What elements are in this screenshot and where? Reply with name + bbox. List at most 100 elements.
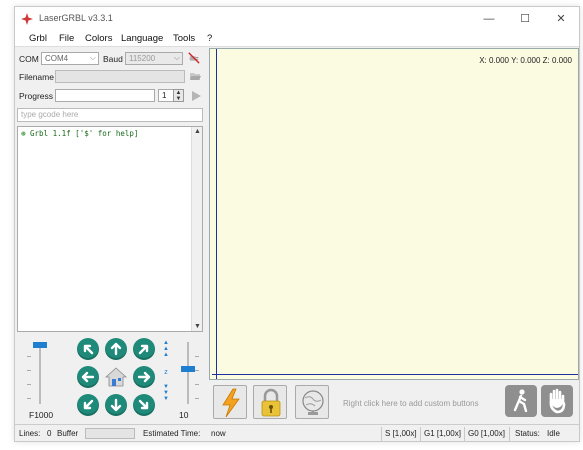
buffer-label: Buffer bbox=[57, 429, 79, 438]
play-icon[interactable] bbox=[190, 90, 202, 102]
custom-toolbar[interactable]: Right click here to add custom buttons bbox=[209, 382, 579, 422]
arrow-down-right-icon bbox=[138, 399, 149, 410]
walk-button[interactable] bbox=[505, 385, 537, 417]
coordinates-readout: X: 0.000 Y: 0.000 Z: 0.000 bbox=[479, 56, 572, 65]
speed-slider-thumb[interactable] bbox=[33, 342, 47, 348]
jog-up-left-button[interactable] bbox=[77, 338, 99, 360]
chevron-down-icon: ⌵ bbox=[173, 53, 180, 62]
step-slider-track bbox=[187, 342, 189, 404]
slider-tick bbox=[27, 384, 31, 385]
menu-tools[interactable]: Tools bbox=[173, 33, 195, 44]
ok-icon: ⊛ bbox=[21, 129, 31, 138]
console-text: Grbl 1.1f ['$' for help] bbox=[30, 129, 139, 138]
status-divider bbox=[381, 427, 382, 441]
status-value: Idle bbox=[547, 429, 560, 438]
progress-bar bbox=[55, 89, 155, 102]
s-override[interactable]: S [1,00x] bbox=[385, 429, 417, 438]
step-slider-thumb[interactable] bbox=[181, 366, 195, 372]
estimated-time-label: Estimated Time: bbox=[143, 429, 201, 438]
baud-label: Baud bbox=[103, 54, 123, 64]
progress-label: Progress bbox=[19, 91, 54, 101]
z-up-arrows[interactable]: ▲ ▲ ▲ bbox=[163, 340, 169, 358]
g0-override[interactable]: G0 [1,00x] bbox=[468, 429, 505, 438]
arrow-left-icon bbox=[81, 371, 95, 383]
slider-tick bbox=[27, 370, 31, 371]
com-label: COM bbox=[19, 54, 39, 64]
title-bar: LaserGRBL v3.3.1 — ☐ ✕ bbox=[15, 7, 579, 31]
y-axis-line bbox=[216, 49, 217, 375]
jog-up-right-button[interactable] bbox=[133, 338, 155, 360]
baud-select[interactable]: 115200 ⌵ bbox=[125, 52, 183, 65]
gcode-placeholder: type gcode here bbox=[21, 110, 79, 119]
open-file-icon[interactable] bbox=[189, 70, 201, 82]
slider-tick bbox=[195, 398, 199, 399]
buffer-bar bbox=[85, 428, 135, 439]
status-divider bbox=[509, 427, 510, 441]
estimated-time-value: now bbox=[211, 429, 226, 438]
jog-up-button[interactable] bbox=[105, 338, 127, 360]
jog-left-button[interactable] bbox=[77, 366, 99, 388]
globe-homing-icon bbox=[302, 390, 324, 415]
toolbar-hint: Right click here to add custom buttons bbox=[343, 399, 479, 408]
arrow-up-icon bbox=[110, 342, 122, 356]
lines-label: Lines: bbox=[19, 429, 41, 438]
left-panel: COM COM4 ⌵ Baud 115200 ⌵ Filename Progre… bbox=[15, 48, 205, 422]
baud-value: 115200 bbox=[129, 54, 156, 63]
gcode-input[interactable]: type gcode here bbox=[17, 108, 203, 122]
hand-stop-icon bbox=[549, 388, 566, 414]
slider-tick bbox=[27, 356, 31, 357]
slider-tick bbox=[27, 398, 31, 399]
spinner-buttons[interactable]: ▲ ▼ bbox=[173, 89, 184, 102]
origin-cross-icon bbox=[212, 370, 221, 379]
jog-right-button[interactable] bbox=[133, 366, 155, 388]
jog-home-button[interactable] bbox=[104, 366, 128, 388]
slider-tick bbox=[195, 384, 199, 385]
padlock-icon bbox=[261, 388, 281, 417]
scroll-down-icon[interactable]: ▼ bbox=[194, 323, 201, 330]
menu-bar: Grbl File Colors Language Tools ? bbox=[15, 31, 579, 47]
window-title: LaserGRBL v3.3.1 bbox=[39, 13, 113, 23]
menu-language[interactable]: Language bbox=[121, 33, 163, 44]
console-line: ⊛ Grbl 1.1f ['$' for help] bbox=[21, 129, 138, 138]
jog-down-left-button[interactable] bbox=[77, 394, 99, 416]
jog-down-right-button[interactable] bbox=[133, 394, 155, 416]
reset-button[interactable] bbox=[213, 385, 247, 419]
console-log[interactable]: ⊛ Grbl 1.1f ['$' for help] ▲ ▼ bbox=[17, 126, 203, 332]
z-down-arrows[interactable]: ▼ ▼ ▼ bbox=[163, 384, 169, 402]
lightning-reset-icon bbox=[222, 388, 240, 418]
maximize-button[interactable]: ☐ bbox=[509, 7, 541, 31]
homing-button[interactable] bbox=[295, 385, 329, 419]
preview-canvas[interactable]: X: 0.000 Y: 0.000 Z: 0.000 bbox=[209, 48, 579, 380]
console-scrollbar[interactable]: ▲ ▼ bbox=[191, 127, 202, 331]
close-button[interactable]: ✕ bbox=[545, 7, 577, 31]
jog-panel: F1000 ▲ ▲ ▲ z ▼ ▼ ▼ 10 bbox=[17, 336, 203, 422]
com-select[interactable]: COM4 ⌵ bbox=[41, 52, 99, 65]
menu-help[interactable]: ? bbox=[207, 33, 212, 44]
home-icon bbox=[104, 367, 128, 387]
menu-file[interactable]: File bbox=[59, 33, 74, 44]
laser-star-icon bbox=[21, 13, 33, 25]
chevron-down-icon: ⌵ bbox=[89, 53, 96, 62]
app-window: LaserGRBL v3.3.1 — ☐ ✕ Grbl File Colors … bbox=[14, 6, 580, 442]
arrow-up-right-icon bbox=[138, 344, 149, 355]
passes-count: 1 bbox=[162, 91, 167, 100]
filename-field[interactable] bbox=[55, 70, 185, 83]
stop-button[interactable] bbox=[541, 385, 573, 417]
scroll-up-icon[interactable]: ▲ bbox=[194, 128, 201, 135]
menu-colors[interactable]: Colors bbox=[85, 33, 112, 44]
arrow-down-icon bbox=[110, 398, 122, 412]
minimize-button[interactable]: — bbox=[473, 7, 505, 31]
slider-tick bbox=[195, 370, 199, 371]
jog-down-button[interactable] bbox=[105, 394, 127, 416]
arrow-down-left-icon bbox=[83, 399, 94, 410]
unlock-button[interactable] bbox=[253, 385, 287, 419]
lines-value: 0 bbox=[47, 429, 52, 438]
menu-grbl[interactable]: Grbl bbox=[29, 33, 47, 44]
status-bar: Lines: 0 Buffer Estimated Time: now S [1… bbox=[15, 424, 579, 441]
walking-person-icon bbox=[513, 389, 528, 413]
status-divider bbox=[420, 427, 421, 441]
step-label: 10 bbox=[179, 410, 189, 420]
g1-override[interactable]: G1 [1,00x] bbox=[424, 429, 461, 438]
arrow-up-left-icon bbox=[83, 344, 94, 355]
connect-plug-icon[interactable] bbox=[188, 52, 200, 64]
